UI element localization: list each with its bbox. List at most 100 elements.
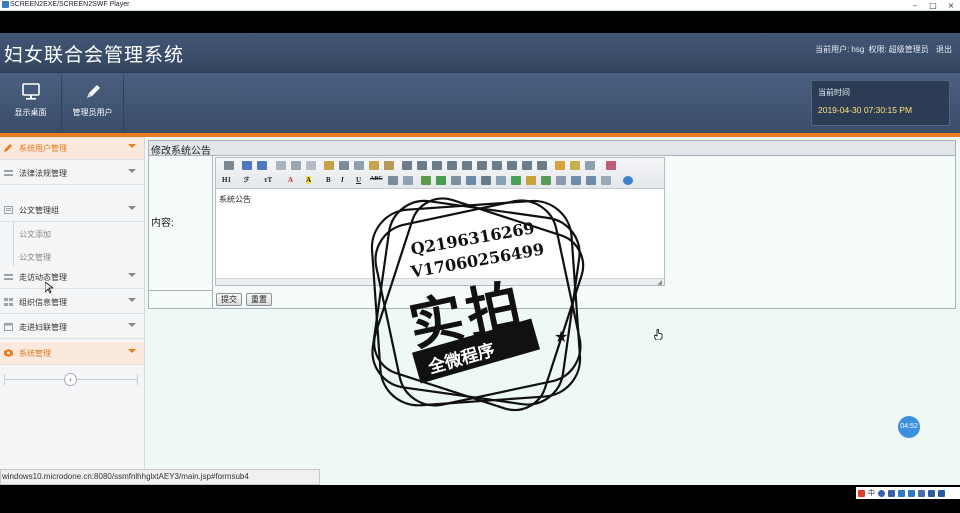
shirt-icon[interactable] xyxy=(928,489,935,497)
player-title: SCREEN2EXE/SCREEN2SWF Player xyxy=(10,1,130,8)
justify-icon[interactable] xyxy=(447,161,457,170)
header-top: 妇女联合会管理系统 当前用户: hsg 权限: 超级管理员 退出 xyxy=(0,33,960,73)
window-controls: – □ × xyxy=(910,0,956,10)
gear-icon xyxy=(4,349,13,357)
superscript-icon[interactable] xyxy=(537,161,547,170)
subscript-icon[interactable] xyxy=(522,161,532,170)
paste-icon[interactable] xyxy=(369,161,379,170)
app-icon xyxy=(2,1,9,8)
user-icon[interactable] xyxy=(918,489,925,497)
star-icon: ★ xyxy=(554,327,569,346)
sidebar-item-label: 走进妇联管理 xyxy=(19,323,67,332)
heading-button[interactable]: H1 xyxy=(222,176,231,184)
reset-button[interactable]: 重置 xyxy=(246,293,272,306)
pencil-icon xyxy=(86,85,100,98)
submit-button[interactable]: 提交 xyxy=(216,293,242,306)
source-icon[interactable] xyxy=(224,161,234,170)
code-icon[interactable] xyxy=(324,161,334,170)
star-icon: ★ xyxy=(420,363,435,382)
clear-format-icon[interactable] xyxy=(555,161,565,170)
actions-label-cell xyxy=(149,291,213,308)
help-icon[interactable] xyxy=(623,176,633,185)
align-left-icon[interactable] xyxy=(402,161,412,170)
grid-icon xyxy=(4,170,13,176)
sidebar-item-label: 系统管理 xyxy=(19,349,51,358)
select-all-icon[interactable] xyxy=(570,161,580,170)
time-value: 2019-04-30 07:30:15 PM xyxy=(818,105,913,115)
sidebar-item-label: 走访动态管理 xyxy=(19,273,67,282)
unlink-icon[interactable] xyxy=(601,176,611,185)
font-size-button[interactable]: тT xyxy=(264,176,272,184)
submenu-add-document[interactable]: 公文添加 xyxy=(0,222,144,246)
logout-link[interactable]: 退出 xyxy=(936,45,952,54)
sidebar-item-label: 法律法规管理 xyxy=(19,169,67,178)
status-url: windows10.microdone.cn:8080/ssmfnlhhglxt… xyxy=(2,472,249,481)
timer-bubble[interactable]: 04:52 xyxy=(898,416,920,438)
print-icon[interactable] xyxy=(276,161,286,170)
chevron-down-icon xyxy=(128,323,136,327)
ime-icon[interactable] xyxy=(858,489,865,497)
preview-icon[interactable] xyxy=(291,161,301,170)
sidebar-item-label: 组织信息管理 xyxy=(19,298,67,307)
role-label: 权限: xyxy=(868,45,887,54)
chevron-down-icon xyxy=(128,144,136,148)
template-icon[interactable] xyxy=(306,161,316,170)
punctuation-icon[interactable] xyxy=(888,489,895,497)
sidebar-item-laws[interactable]: 法律法规管理 xyxy=(0,162,144,185)
unordered-list-icon[interactable] xyxy=(477,161,487,170)
screen: SCREEN2EXE/SCREEN2SWF Player – □ × 妇女联合会… xyxy=(0,0,960,513)
app-title: 妇女联合会管理系统 xyxy=(4,44,185,66)
maximize-button[interactable]: □ xyxy=(928,1,938,10)
chevron-down-icon xyxy=(128,349,136,353)
microphone-icon[interactable] xyxy=(898,489,905,497)
bold-button[interactable]: B xyxy=(326,176,331,184)
sidebar-item-system[interactable]: 系统管理 xyxy=(0,342,144,365)
copy-icon[interactable] xyxy=(354,161,364,170)
user-info: 当前用户: hsg 权限: 超级管理员 退出 xyxy=(813,44,952,55)
align-right-icon[interactable] xyxy=(432,161,442,170)
submenu-label: 公文管理 xyxy=(19,253,51,262)
app-window: 妇女联合会管理系统 当前用户: hsg 权限: 超级管理员 退出 显示桌面 管理… xyxy=(0,33,960,485)
highlight-button[interactable]: A xyxy=(306,176,312,184)
collapse-sidebar-button[interactable]: ‹ xyxy=(64,373,77,386)
align-center-icon[interactable] xyxy=(417,161,427,170)
strikethrough-button[interactable]: ABC xyxy=(370,176,383,182)
grid-icon xyxy=(4,298,13,306)
undo-icon[interactable] xyxy=(242,161,252,170)
sidebar-item-documents[interactable]: 公文管理组 xyxy=(0,199,144,222)
outdent-icon[interactable] xyxy=(507,161,517,170)
editor-content[interactable]: 系统公告 xyxy=(219,194,251,205)
sidebar-item-organization[interactable]: 组织信息管理 xyxy=(0,291,144,314)
redo-icon[interactable] xyxy=(257,161,267,170)
cursor-icon[interactable] xyxy=(585,161,595,170)
keyboard-icon[interactable] xyxy=(908,489,915,497)
sidebar-item-system-users[interactable]: 系统用户管理 xyxy=(0,137,144,160)
sidebar-item-visits[interactable]: 走访动态管理 xyxy=(0,266,144,289)
sidebar-item-label: 系统用户管理 xyxy=(19,144,67,153)
show-desktop-button[interactable]: 显示桌面 xyxy=(0,75,62,131)
font-color-button[interactable]: A xyxy=(288,176,293,184)
grid-icon xyxy=(4,274,13,280)
minimize-button[interactable]: – xyxy=(910,1,920,10)
moon-icon[interactable] xyxy=(878,489,885,497)
sidebar-item-federation[interactable]: 走进妇联管理 xyxy=(0,316,144,339)
italic-button[interactable]: I xyxy=(341,176,344,184)
cut-icon[interactable] xyxy=(339,161,349,170)
close-button[interactable]: × xyxy=(946,1,956,10)
grid-icon[interactable] xyxy=(938,489,945,497)
system-tray: 中 xyxy=(856,487,960,499)
fullscreen-icon[interactable] xyxy=(606,161,616,170)
sidebar-item-label: 公文管理组 xyxy=(19,206,59,215)
time-panel: 当前时间 2019-04-30 07:30:15 PM xyxy=(811,80,950,126)
font-family-button[interactable]: ℱ xyxy=(244,176,250,184)
ime-language[interactable]: 中 xyxy=(868,488,875,498)
username: hsg xyxy=(851,45,865,54)
chevron-down-icon xyxy=(128,206,136,210)
ordered-list-icon[interactable] xyxy=(462,161,472,170)
indent-icon[interactable] xyxy=(492,161,502,170)
role: 超级管理员 xyxy=(888,45,929,54)
resize-handle-icon[interactable]: ◢ xyxy=(657,279,662,286)
admin-user-button[interactable]: 管理员用户 xyxy=(62,75,124,131)
paste-text-icon[interactable] xyxy=(384,161,394,170)
header: 妇女联合会管理系统 当前用户: hsg 权限: 超级管理员 退出 显示桌面 管理… xyxy=(0,33,960,135)
